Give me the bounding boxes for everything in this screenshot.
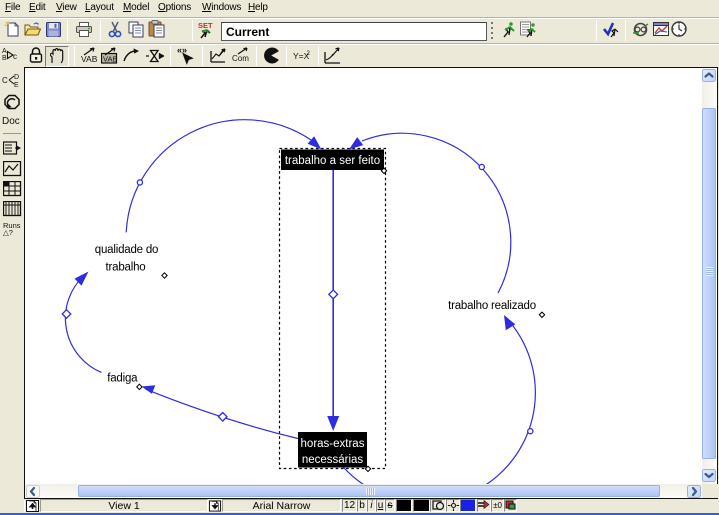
- svg-text:c: c: [13, 52, 17, 61]
- svg-text:fadiga: fadiga: [107, 373, 138, 385]
- svg-text:2: 2: [307, 51, 311, 57]
- svg-text:qualidade do: qualidade do: [95, 244, 158, 256]
- svg-text:trabalho: trabalho: [106, 262, 146, 274]
- svg-text:D: D: [14, 74, 19, 81]
- svg-text:B: B: [2, 55, 7, 62]
- svg-text:Com: Com: [232, 54, 249, 63]
- svg-text:VAB: VAB: [103, 55, 117, 64]
- svg-text:SET: SET: [198, 21, 213, 30]
- svg-text:«»: «»: [177, 45, 187, 55]
- svg-text:C: C: [2, 76, 8, 85]
- svg-text:A: A: [2, 48, 7, 55]
- svg-text:necessárias: necessárias: [302, 454, 364, 466]
- svg-text:trabalho realizado: trabalho realizado: [448, 300, 536, 312]
- svg-text:trabalho a ser feito: trabalho a ser feito: [285, 155, 380, 167]
- svg-text:horas-extras: horas-extras: [301, 438, 365, 450]
- svg-text:E: E: [14, 82, 19, 88]
- svg-text:VAB: VAB: [81, 54, 98, 64]
